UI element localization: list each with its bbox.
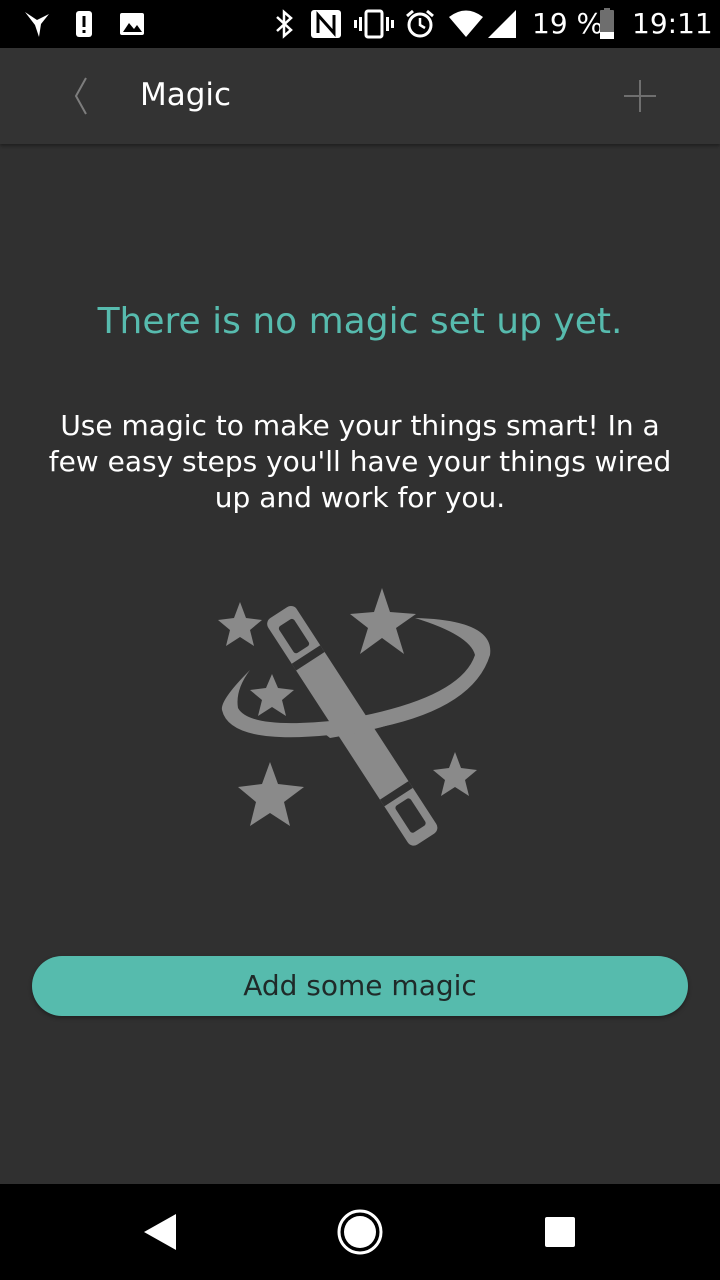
add-magic-button[interactable]: Add some magic	[32, 956, 688, 1016]
app-bar: Magic	[0, 48, 720, 144]
star-icon	[238, 762, 304, 826]
back-button[interactable]	[56, 72, 104, 120]
clock: 19:11	[632, 7, 713, 40]
navigation-bar	[0, 1184, 720, 1280]
magic-wand-icon	[218, 588, 491, 846]
plus-icon	[624, 80, 656, 112]
alert-icon	[76, 11, 92, 37]
back-triangle-icon	[144, 1214, 176, 1250]
bird-icon	[25, 12, 49, 37]
star-icon	[350, 588, 416, 654]
battery-percent: 19 %	[532, 7, 604, 40]
screen: 19 % 19:11 Magic There is no magic set u…	[0, 0, 720, 1280]
nav-home-button[interactable]	[336, 1208, 384, 1256]
nav-back-button[interactable]	[136, 1208, 184, 1256]
bluetooth-icon	[276, 9, 293, 39]
empty-state-description: Use magic to make your things smart! In …	[48, 409, 672, 514]
nfc-icon	[311, 10, 341, 38]
alarm-icon	[406, 9, 434, 38]
chevron-left-icon	[74, 77, 87, 115]
recents-square-icon	[545, 1217, 575, 1247]
signal-icon	[488, 10, 516, 38]
nav-recents-button[interactable]	[536, 1208, 584, 1256]
empty-state-title: There is no magic set up yet.	[97, 301, 623, 342]
image-icon	[120, 13, 144, 35]
wifi-icon	[449, 10, 483, 37]
add-button[interactable]	[616, 72, 664, 120]
star-icon	[250, 674, 294, 716]
status-bar: 19 % 19:11	[0, 0, 720, 48]
battery-icon	[600, 8, 614, 39]
vibrate-icon	[354, 9, 394, 39]
page-title: Magic	[140, 77, 232, 113]
star-icon	[218, 602, 262, 646]
home-circle-icon	[337, 1209, 383, 1255]
star-icon	[433, 752, 477, 796]
